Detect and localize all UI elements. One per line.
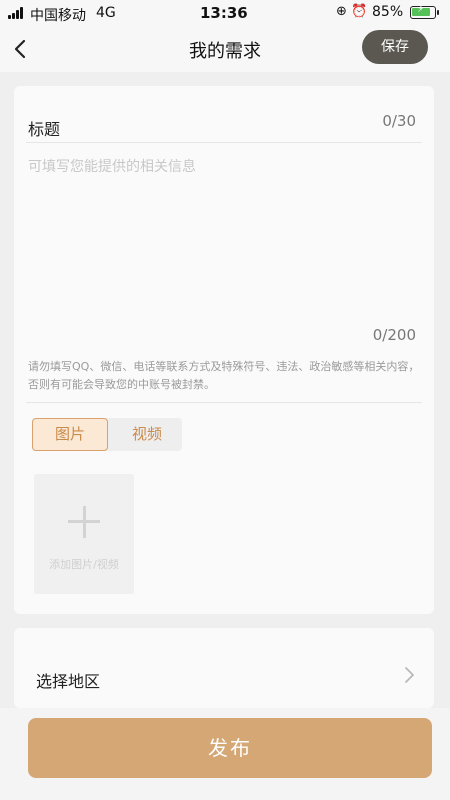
tab-image[interactable]: 图片: [32, 418, 108, 451]
status-bar: 中国移动 4G 13:36 ⊕ ⏰ 85% ⚡: [0, 0, 450, 26]
title-label: 标题: [28, 120, 61, 139]
bottom-bar: 发布: [0, 708, 450, 800]
header: 我的需求 保存: [0, 26, 450, 72]
clock: 13:36: [200, 4, 248, 22]
battery-percent: 85%: [372, 4, 404, 20]
content-char-counter: 0/200: [372, 326, 416, 344]
add-media-label: 添加图片/视频: [49, 558, 119, 571]
title-char-counter: 0/30: [382, 112, 416, 130]
signal-icon: [8, 7, 26, 19]
tab-video[interactable]: 视频: [112, 418, 182, 451]
plus-icon: [68, 506, 100, 538]
alarm-icon: ⊕ ⏰: [336, 4, 368, 19]
divider: [26, 402, 422, 403]
add-media-button[interactable]: 添加图片/视频: [34, 474, 134, 594]
media-tabs: 图片 视频: [32, 418, 182, 451]
publish-button[interactable]: 发布: [28, 718, 432, 778]
region-label: 选择地区: [36, 672, 101, 691]
divider: [26, 142, 422, 143]
select-region-row[interactable]: 选择地区: [14, 628, 434, 708]
screen: 中国移动 4G 13:36 ⊕ ⏰ 85% ⚡ 我的需求 保存 标题 0/30 …: [0, 0, 450, 800]
carrier-name: 中国移动: [30, 8, 86, 24]
chevron-right-icon: [405, 667, 414, 683]
network-type: 4G: [96, 5, 116, 21]
content-textarea[interactable]: 可填写您能提供的相关信息: [28, 156, 196, 176]
battery-icon: ⚡: [410, 4, 439, 19]
save-button[interactable]: 保存: [362, 30, 428, 64]
notice-text: 请勿填写QQ、微信、电话等联系方式及特殊符号、违法、政治敏感等相关内容，否则有可…: [28, 360, 420, 391]
form-card: 标题 0/30 可填写您能提供的相关信息 0/200 请勿填写QQ、微信、电话等…: [14, 86, 434, 614]
